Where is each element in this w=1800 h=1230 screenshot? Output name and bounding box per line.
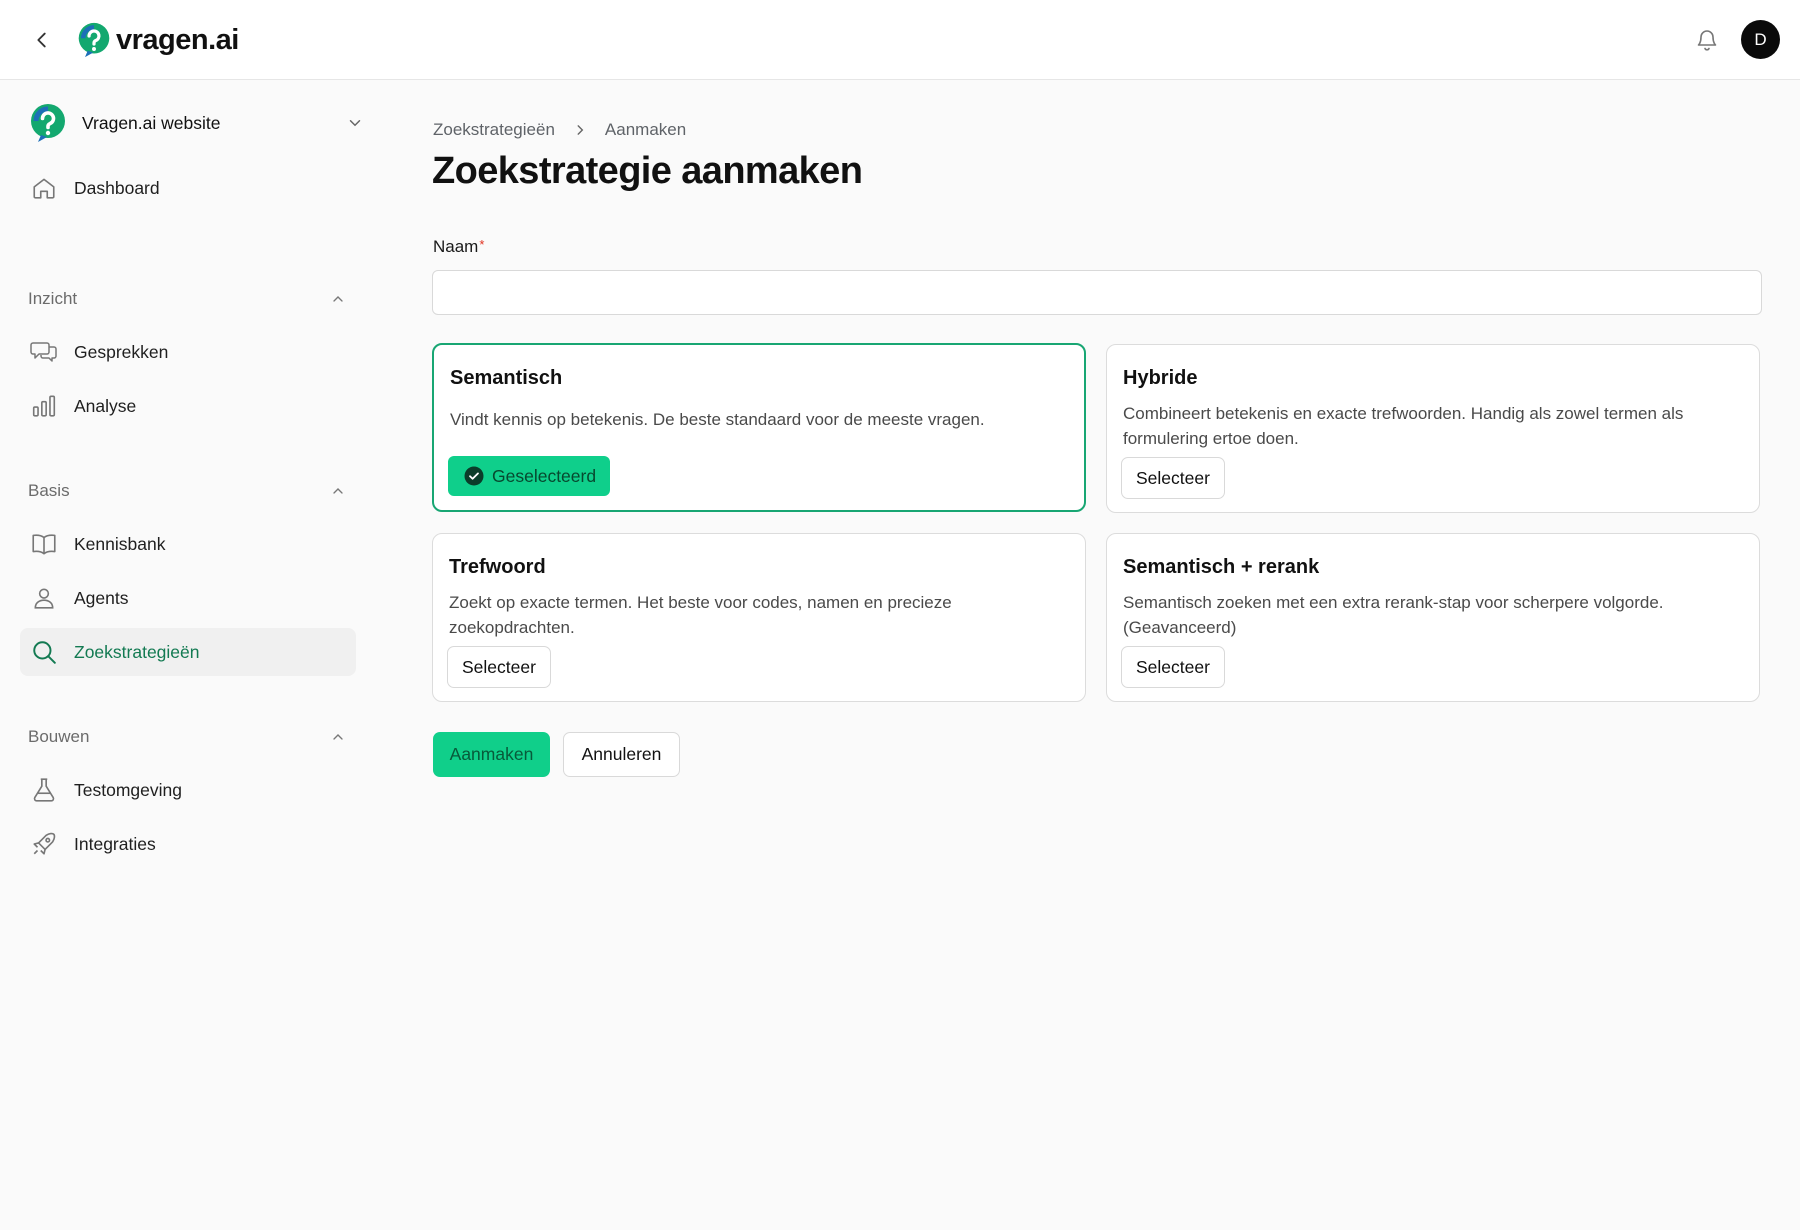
sidebar-item-integraties[interactable]: Integraties bbox=[20, 820, 356, 868]
sidebar-item-label: Gesprekken bbox=[74, 341, 169, 362]
sidebar-item-label: Zoekstrategieën bbox=[74, 641, 200, 662]
section-inzicht[interactable]: Inzicht bbox=[28, 284, 346, 314]
breadcrumb-parent-link[interactable]: Zoekstrategieën bbox=[433, 120, 555, 140]
strategy-card-trefwoord[interactable]: Trefwoord Zoekt op exacte termen. Het be… bbox=[432, 533, 1086, 702]
chat-bubbles-icon bbox=[30, 342, 57, 362]
search-icon bbox=[33, 641, 56, 664]
sidebar-item-gesprekken[interactable]: Gesprekken bbox=[20, 328, 356, 376]
sidebar: Vragen.ai website Dashboard Inzicht Gesp… bbox=[0, 80, 370, 1230]
sidebar-item-dashboard[interactable]: Dashboard bbox=[20, 164, 356, 212]
top-bar: vragen.ai D bbox=[0, 0, 1800, 80]
card-description: Combineert betekenis en exacte trefwoord… bbox=[1123, 404, 1684, 448]
workspace-logo-icon bbox=[31, 104, 65, 142]
sidebar-item-agents[interactable]: Agents bbox=[20, 574, 356, 622]
selected-button[interactable]: Geselecteerd bbox=[448, 456, 611, 496]
name-field-label: Naam* bbox=[433, 237, 484, 257]
check-circle-icon bbox=[464, 466, 484, 486]
flask-icon bbox=[33, 778, 55, 802]
strategy-card-hybride[interactable]: Hybride Combineert betekenis en exacte t… bbox=[1106, 344, 1760, 513]
sidebar-item-zoekstrategieen[interactable]: Zoekstrategieën bbox=[20, 628, 356, 676]
sidebar-item-label: Dashboard bbox=[74, 177, 160, 198]
section-basis[interactable]: Basis bbox=[28, 476, 346, 506]
section-label: Bouwen bbox=[28, 727, 90, 746]
avatar-initial: D bbox=[1754, 29, 1767, 49]
card-title: Semantisch bbox=[450, 367, 563, 389]
card-description: Zoekt op exacte termen. Het beste voor c… bbox=[449, 593, 952, 637]
bell-icon bbox=[1697, 30, 1717, 51]
sidebar-item-kennisbank[interactable]: Kennisbank bbox=[20, 520, 356, 568]
section-label: Inzicht bbox=[28, 289, 78, 308]
brand-logo-icon bbox=[78, 22, 110, 58]
sidebar-item-label: Analyse bbox=[74, 395, 137, 416]
select-button[interactable]: Selecteer bbox=[1121, 646, 1225, 688]
workspace-switcher[interactable]: Vragen.ai website bbox=[28, 102, 364, 144]
sidebar-item-label: Testomgeving bbox=[74, 779, 182, 800]
sidebar-item-label: Agents bbox=[74, 587, 129, 608]
brand[interactable]: vragen.ai bbox=[76, 20, 239, 60]
sidebar-item-label: Integraties bbox=[74, 833, 156, 854]
workspace-name: Vragen.ai website bbox=[82, 112, 221, 133]
sidebar-item-testomgeving[interactable]: Testomgeving bbox=[20, 766, 356, 814]
breadcrumb: Zoekstrategieën Aanmaken bbox=[433, 118, 686, 142]
sidebar-item-label: Kennisbank bbox=[74, 533, 166, 554]
bar-chart-icon bbox=[32, 395, 56, 417]
cancel-button[interactable]: Annuleren bbox=[563, 732, 680, 777]
create-button[interactable]: Aanmaken bbox=[433, 732, 550, 777]
back-button[interactable] bbox=[28, 26, 56, 54]
card-title: Trefwoord bbox=[449, 556, 546, 578]
name-input[interactable] bbox=[432, 270, 1762, 315]
chevron-down-icon bbox=[349, 120, 361, 127]
chevron-up-icon bbox=[333, 296, 343, 302]
rocket-icon bbox=[33, 832, 56, 855]
home-icon bbox=[33, 178, 55, 199]
page-title: Zoekstrategie aanmaken bbox=[432, 150, 863, 192]
user-icon bbox=[34, 588, 54, 609]
book-icon bbox=[32, 534, 56, 555]
select-button[interactable]: Selecteer bbox=[1121, 457, 1225, 499]
user-avatar[interactable]: D bbox=[1741, 20, 1780, 59]
chevron-up-icon bbox=[333, 488, 343, 494]
chevron-right-icon bbox=[577, 125, 584, 135]
sidebar-item-analyse[interactable]: Analyse bbox=[20, 382, 356, 430]
button-label: Geselecteerd bbox=[492, 465, 597, 486]
card-title: Hybride bbox=[1123, 367, 1198, 389]
card-description: Vindt kennis op betekenis. De beste stan… bbox=[450, 410, 985, 429]
chevron-left-icon bbox=[37, 32, 46, 48]
breadcrumb-current: Aanmaken bbox=[604, 120, 687, 139]
select-button[interactable]: Selecteer bbox=[447, 646, 551, 688]
card-description: Semantisch zoeken met een extra rerank-s… bbox=[1123, 593, 1664, 637]
chevron-up-icon bbox=[333, 734, 343, 740]
brand-name: vragen.ai bbox=[116, 23, 239, 56]
strategy-card-semantisch-rerank[interactable]: Semantisch + rerank Semantisch zoeken me… bbox=[1106, 533, 1760, 702]
section-bouwen[interactable]: Bouwen bbox=[28, 722, 346, 752]
section-label: Basis bbox=[28, 481, 70, 500]
card-title: Semantisch + rerank bbox=[1123, 556, 1320, 578]
required-indicator: * bbox=[479, 237, 485, 252]
notifications-button[interactable] bbox=[1692, 24, 1722, 56]
name-label-text: Naam bbox=[433, 237, 479, 256]
strategy-card-semantisch[interactable]: Semantisch Vindt kennis op betekenis. De… bbox=[432, 343, 1086, 512]
